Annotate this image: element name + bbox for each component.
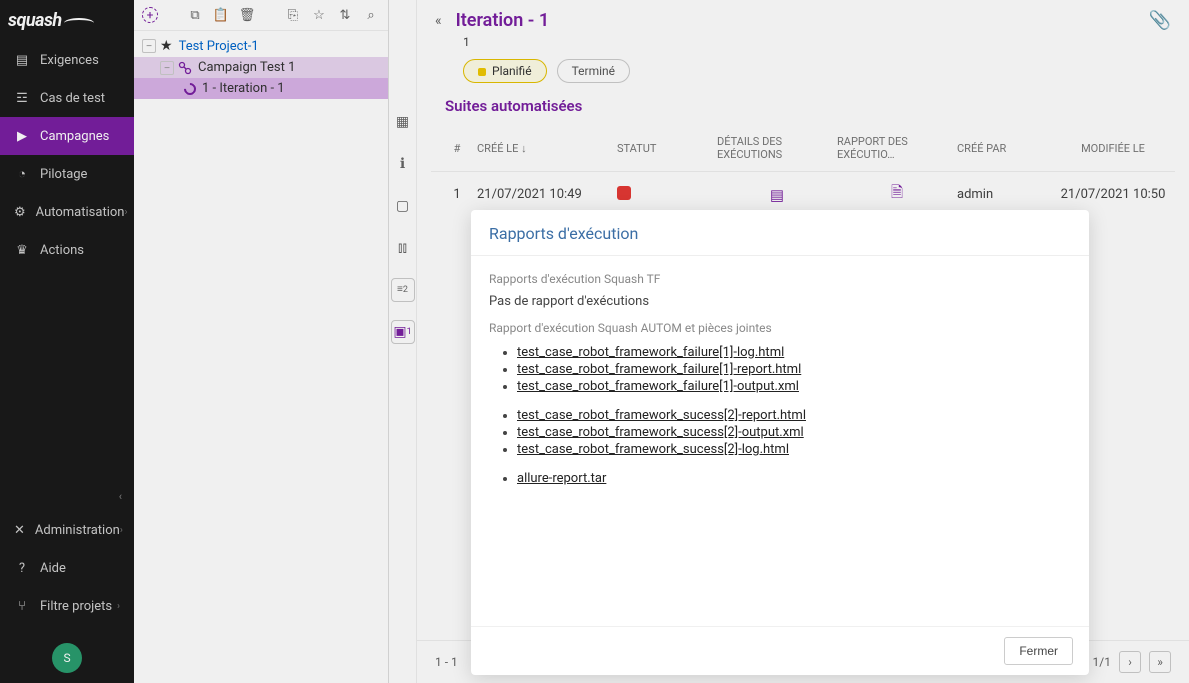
list-item: test_case_robot_framework_failure[1]-log… [517, 345, 1071, 360]
report-link[interactable]: test_case_robot_framework_sucess[2]-log.… [517, 442, 789, 457]
execution-reports-dialog: Rapports d'exécution Rapports d'exécutio… [471, 210, 1089, 675]
close-button[interactable]: Fermer [1004, 637, 1073, 665]
report-link[interactable]: test_case_robot_framework_sucess[2]-outp… [517, 425, 804, 440]
report-list-success: test_case_robot_framework_sucess[2]-repo… [489, 408, 1071, 457]
dialog-body: Rapports d'exécution Squash TF Pas de ra… [471, 256, 1089, 626]
report-link[interactable]: test_case_robot_framework_failure[1]-log… [517, 345, 784, 360]
report-link[interactable]: test_case_robot_framework_sucess[2]-repo… [517, 408, 806, 423]
report-list-allure: allure-report.tar [489, 471, 1071, 486]
list-item: test_case_robot_framework_sucess[2]-log.… [517, 442, 1071, 457]
report-link[interactable]: test_case_robot_framework_failure[1]-rep… [517, 362, 801, 377]
list-item: test_case_robot_framework_failure[1]-rep… [517, 362, 1071, 377]
list-item: test_case_robot_framework_sucess[2]-outp… [517, 425, 1071, 440]
report-list-failure: test_case_robot_framework_failure[1]-log… [489, 345, 1071, 394]
list-item: allure-report.tar [517, 471, 1071, 486]
section-tf-heading: Rapports d'exécution Squash TF [489, 272, 1071, 286]
report-link[interactable]: test_case_robot_framework_failure[1]-out… [517, 379, 799, 394]
dialog-footer: Fermer [471, 626, 1089, 675]
report-link[interactable]: allure-report.tar [517, 471, 606, 486]
list-item: test_case_robot_framework_sucess[2]-repo… [517, 408, 1071, 423]
dialog-title: Rapports d'exécution [471, 210, 1089, 256]
section-autom-heading: Rapport d'exécution Squash AUTOM et pièc… [489, 321, 1071, 335]
no-report-text: Pas de rapport d'exécutions [489, 294, 1071, 309]
list-item: test_case_robot_framework_failure[1]-out… [517, 379, 1071, 394]
